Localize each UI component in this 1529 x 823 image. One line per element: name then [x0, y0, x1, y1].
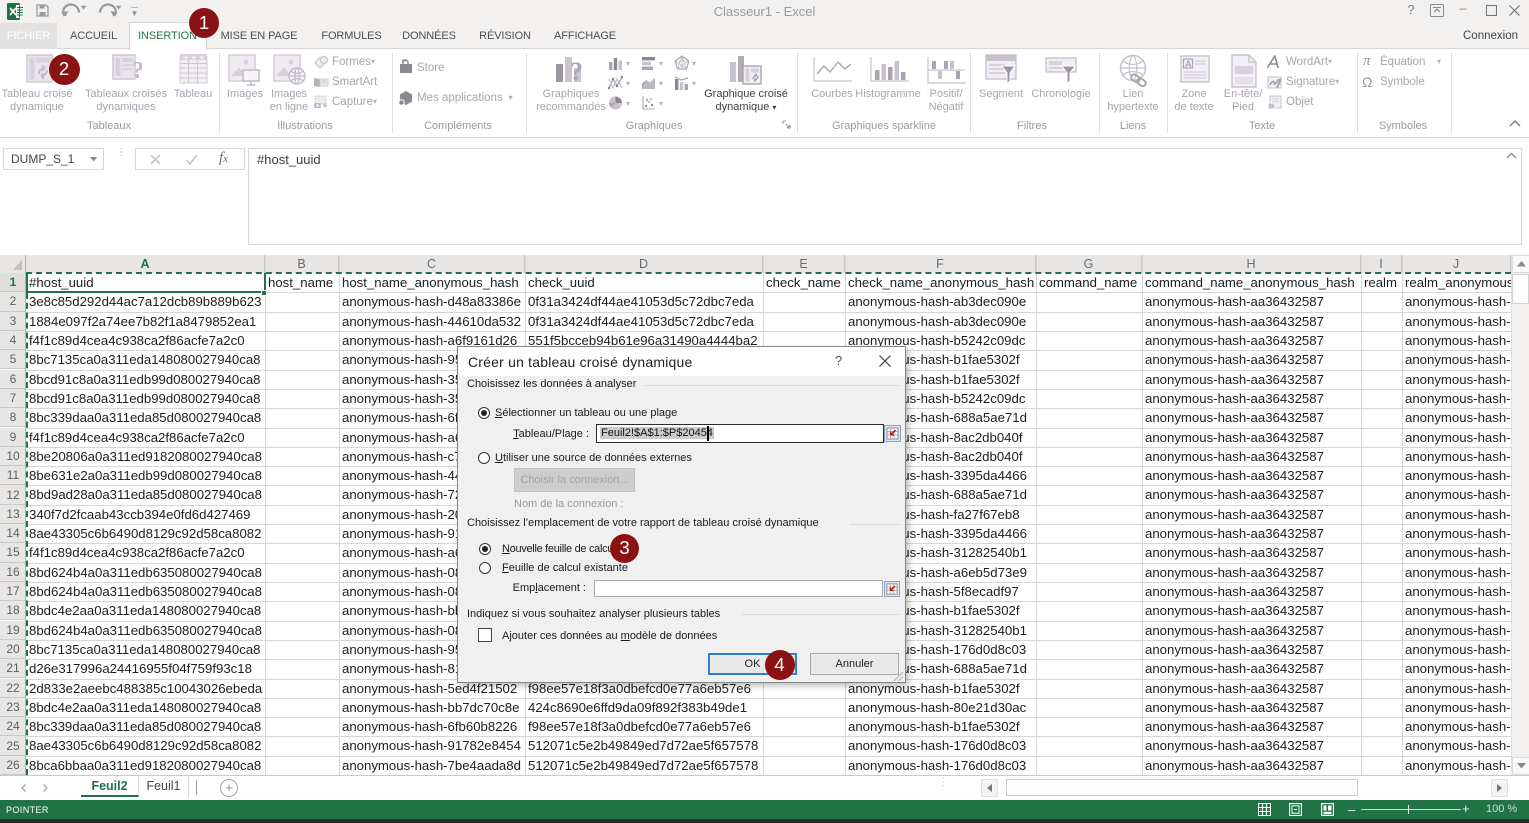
- svg-text:?: ?: [570, 57, 583, 86]
- svg-text:?: ?: [132, 58, 142, 84]
- svg-text:A: A: [1185, 59, 1192, 69]
